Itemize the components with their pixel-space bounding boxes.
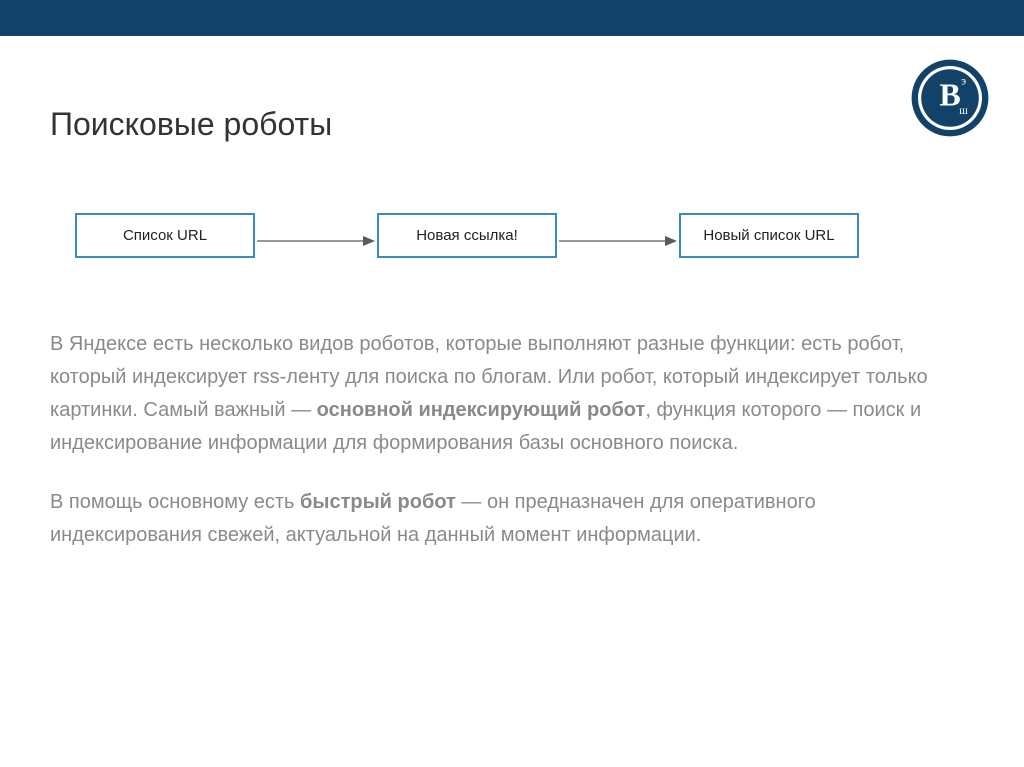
diagram-box-url-list: Список URL	[75, 213, 255, 258]
flow-diagram: Список URL Новая ссылка! Новый список UR…	[75, 213, 974, 258]
header-bar	[0, 0, 1024, 36]
paragraph-1: В Яндексе есть несколько видов роботов, …	[50, 328, 970, 460]
bold-text: быстрый робот	[300, 491, 456, 513]
diagram-box-new-url-list: Новый список URL	[679, 213, 859, 258]
hse-logo: В э ш	[910, 58, 990, 138]
bold-text: основной индексирующий робот	[317, 399, 646, 421]
arrow-icon	[257, 235, 375, 237]
diagram-box-new-link: Новая ссылка!	[377, 213, 557, 258]
slide-content: Поисковые роботы Список URL Новая ссылка…	[0, 36, 1024, 552]
paragraph-2: В помощь основному есть быстрый робот — …	[50, 486, 970, 552]
slide-title: Поисковые роботы	[50, 106, 974, 143]
svg-text:В: В	[939, 76, 960, 112]
arrow-icon	[559, 235, 677, 237]
svg-text:э: э	[961, 75, 966, 87]
text-run: В помощь основному есть	[50, 491, 300, 513]
svg-text:ш: ш	[959, 105, 968, 117]
